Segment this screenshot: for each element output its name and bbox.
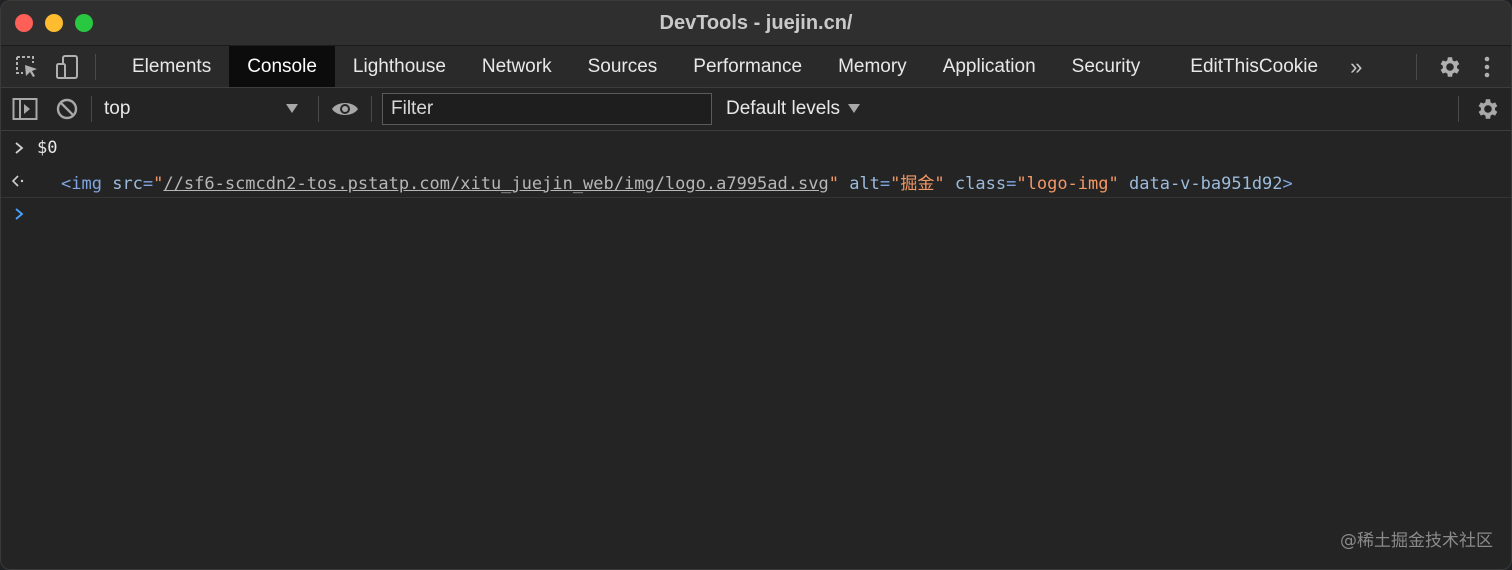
execution-context-value: top xyxy=(104,98,131,119)
console-toolbar-right xyxy=(1450,88,1511,130)
console-toolbar: top Default levels xyxy=(1,88,1511,131)
toolbar-divider xyxy=(371,96,372,122)
device-toolbar-icon[interactable] xyxy=(53,53,81,81)
console-result-line: <img src="//sf6-scmcdn2-tos.pstatp.com/x… xyxy=(1,165,1511,198)
console-settings-gear-icon[interactable] xyxy=(1473,95,1501,123)
close-window-button[interactable] xyxy=(15,14,33,32)
dom-element-result[interactable]: <img src="//sf6-scmcdn2-tos.pstatp.com/x… xyxy=(61,169,1293,194)
tab-network[interactable]: Network xyxy=(464,46,570,87)
devtools-tab-bar: Elements Console Lighthouse Network Sour… xyxy=(1,46,1511,88)
more-options-icon[interactable] xyxy=(1473,53,1501,81)
prompt-chevron-icon xyxy=(1,208,37,220)
window-title: DevTools - juejin.cn/ xyxy=(659,12,853,34)
filter-input[interactable] xyxy=(382,93,712,125)
tab-elements[interactable]: Elements xyxy=(114,46,229,87)
window-controls xyxy=(1,14,93,32)
log-levels-label: Default levels xyxy=(726,98,841,119)
dropdown-arrow-icon xyxy=(286,98,298,120)
toolbar-divider xyxy=(95,53,96,80)
log-levels-dropdown[interactable]: Default levels xyxy=(726,98,861,120)
zoom-window-button[interactable] xyxy=(75,14,93,32)
src-link[interactable]: //sf6-scmcdn2-tos.pstatp.com/xitu_juejin… xyxy=(163,174,828,194)
more-tabs-button[interactable]: » xyxy=(1336,46,1376,87)
tab-lighthouse[interactable]: Lighthouse xyxy=(335,46,464,87)
title-bar: DevTools - juejin.cn/ xyxy=(1,1,1511,46)
tab-security[interactable]: Security xyxy=(1054,46,1159,87)
execution-context-select[interactable]: top xyxy=(100,94,310,124)
tab-memory[interactable]: Memory xyxy=(820,46,925,87)
tag-close: > xyxy=(1282,173,1293,194)
show-sidebar-icon[interactable] xyxy=(11,95,39,123)
tag-open: <img xyxy=(61,173,102,194)
toolbar-divider xyxy=(91,96,92,122)
attr-name-class: class xyxy=(954,173,1007,194)
console-command: $0 xyxy=(37,138,58,158)
toolbar-divider xyxy=(1458,96,1459,122)
live-expression-eye-icon[interactable] xyxy=(331,95,359,123)
attr-value-class: logo-img xyxy=(1026,173,1109,194)
toolbar-divider xyxy=(1416,53,1417,80)
console-input-line: $0 xyxy=(1,131,1511,165)
input-chevron-icon xyxy=(1,142,37,154)
watermark: @稀土掘金技术社区 xyxy=(1340,531,1493,551)
tab-sources[interactable]: Sources xyxy=(570,46,676,87)
inspect-element-icon[interactable] xyxy=(13,53,41,81)
clear-console-icon[interactable] xyxy=(53,95,81,123)
devtools-window: DevTools - juejin.cn/ Elements Console L… xyxy=(0,0,1512,570)
result-arrow-icon xyxy=(1,175,37,187)
console-output: $0 <img src="//sf6-scmcdn2-tos.pstatp.co… xyxy=(1,131,1511,230)
tab-editthiscookie[interactable]: EditThisCookie xyxy=(1172,46,1336,87)
tab-application[interactable]: Application xyxy=(925,46,1054,87)
toolbar-divider xyxy=(318,96,319,122)
console-prompt-line[interactable] xyxy=(1,198,1511,230)
minimize-window-button[interactable] xyxy=(45,14,63,32)
attr-name-src: src xyxy=(112,173,143,194)
attr-name-alt: alt xyxy=(849,173,880,194)
panel-tabs: Elements Console Lighthouse Network Sour… xyxy=(114,46,1376,87)
attr-value-alt: 掘金 xyxy=(900,173,935,194)
tab-performance[interactable]: Performance xyxy=(675,46,820,87)
tab-bar-right-controls xyxy=(1408,46,1511,87)
tab-console[interactable]: Console xyxy=(229,46,335,87)
attr-name-data-v: data-v-ba951d92 xyxy=(1129,173,1283,194)
settings-gear-icon[interactable] xyxy=(1435,53,1463,81)
dropdown-arrow-icon xyxy=(848,98,861,120)
